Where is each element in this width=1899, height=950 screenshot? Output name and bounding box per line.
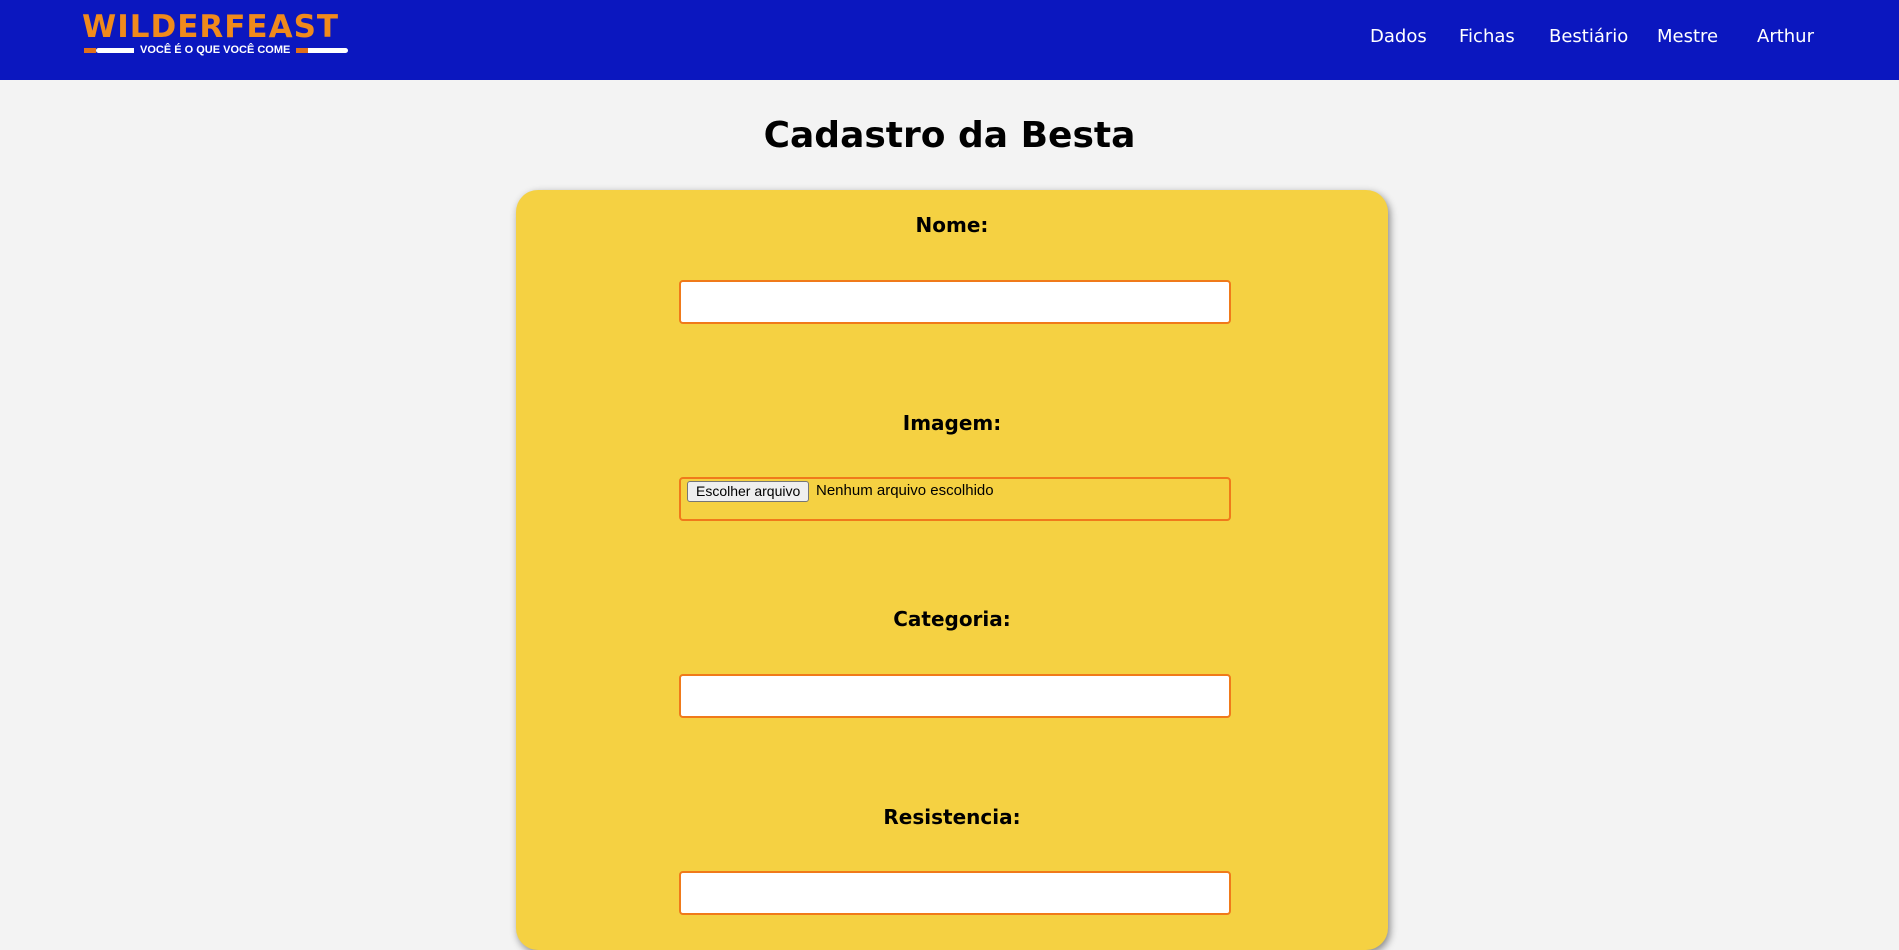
categoria-input[interactable]	[679, 674, 1231, 718]
wilderfeast-logo[interactable]: WILDERFEAST VOCÊ É O QUE VOCÊ COME	[82, 10, 358, 58]
beast-registration-form: Nome: Imagem: Escolher arquivo Nenhum ar…	[516, 190, 1388, 950]
nav-link-mestre[interactable]: Mestre	[1657, 25, 1718, 49]
nome-label: Nome:	[915, 213, 989, 237]
page-title: Cadastro da Besta	[763, 115, 1136, 156]
knife-right-handle-icon	[296, 48, 308, 53]
nav-link-dados[interactable]: Dados	[1370, 25, 1427, 49]
imagem-file-input[interactable]: Escolher arquivo Nenhum arquivo escolhid…	[679, 477, 1231, 521]
resistencia-input[interactable]	[679, 871, 1231, 915]
top-navbar: WILDERFEAST VOCÊ É O QUE VOCÊ COME Dados…	[0, 0, 1899, 80]
knife-right-icon	[308, 48, 348, 53]
knife-left-handle-icon	[84, 48, 96, 53]
choose-file-button[interactable]: Escolher arquivo	[687, 481, 810, 502]
nav-link-fichas[interactable]: Fichas	[1459, 25, 1515, 49]
nome-input[interactable]	[679, 280, 1231, 324]
resistencia-label: Resistencia:	[883, 805, 1021, 829]
logo-tagline: VOCÊ É O QUE VOCÊ COME	[140, 44, 291, 56]
nav-link-user-arthur[interactable]: Arthur	[1757, 25, 1814, 49]
nav-link-bestiario[interactable]: Bestiário	[1549, 25, 1628, 49]
categoria-label: Categoria:	[893, 607, 1011, 631]
logo-title: WILDERFEAST	[82, 9, 340, 45]
file-status-text: Nenhum arquivo escolhido	[816, 482, 994, 499]
imagem-label: Imagem:	[902, 411, 1002, 435]
knife-left-icon	[96, 48, 134, 53]
